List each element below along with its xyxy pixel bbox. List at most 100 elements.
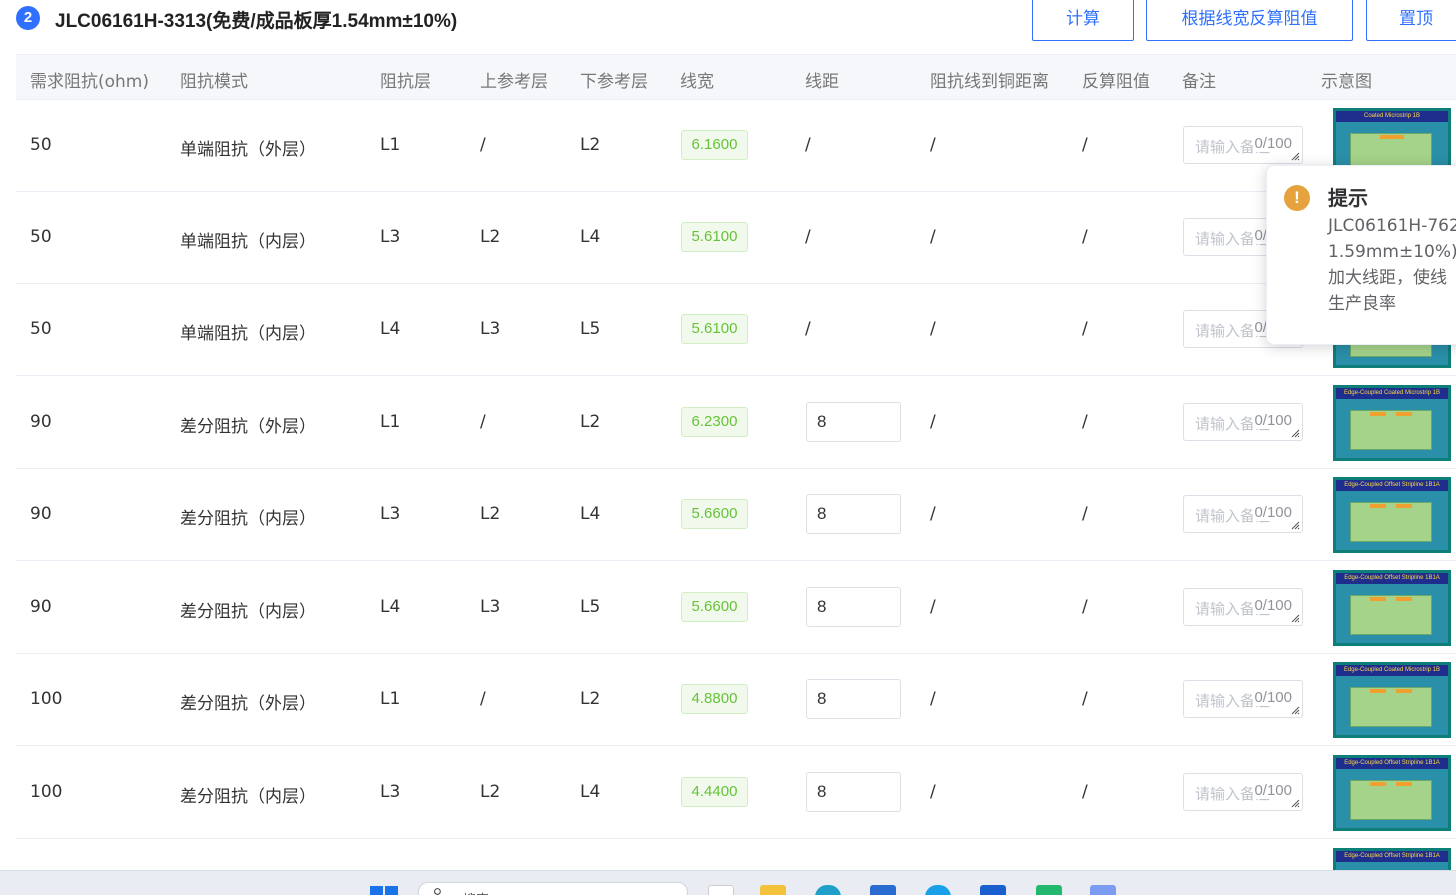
reverse-calc-button[interactable]: 根据线宽反算阻值 xyxy=(1146,0,1353,41)
copper-distance-value: / xyxy=(930,227,936,247)
windows-start-icon[interactable] xyxy=(370,886,398,895)
reverse-impedance-value: / xyxy=(1082,319,1088,339)
reverse-impedance-value: / xyxy=(1082,689,1088,709)
line-spacing-input[interactable]: 8 xyxy=(806,402,901,442)
diagram-trace xyxy=(1396,412,1412,416)
table-row: 90 差分阻抗（外层） L1 / L2 6.2300 8 / / 请输入备注 0/100 Edge-C… xyxy=(16,377,1456,469)
impedance-mode: 差分阻抗（外层） xyxy=(180,417,316,437)
line-width-tag: 6.1600 xyxy=(681,130,748,160)
reverse-impedance-value: / xyxy=(1082,504,1088,524)
store-icon[interactable] xyxy=(870,885,896,895)
line-spacing-value: / xyxy=(805,135,811,155)
edge-browser-icon[interactable] xyxy=(815,885,841,895)
line-spacing-input[interactable]: 8 xyxy=(806,494,901,534)
toast-line: 1.59mm±10%)最 xyxy=(1328,242,1456,262)
impedance-value: 100 xyxy=(30,689,63,709)
note-textarea[interactable]: 请输入备注0/100 xyxy=(1183,126,1303,164)
column-header: 下参考层 xyxy=(580,72,648,92)
note-counter: 0/100 xyxy=(1253,504,1292,521)
security-icon[interactable] xyxy=(980,885,1006,895)
note-textarea[interactable]: 请输入备注0/100 xyxy=(1183,403,1303,441)
copper-distance-value: / xyxy=(930,504,936,524)
note-counter: 0/100 xyxy=(1253,135,1292,152)
line-width-tag: 5.6100 xyxy=(681,222,748,252)
note-textarea[interactable]: 请输入备注0/100 xyxy=(1183,680,1303,718)
resize-handle-icon[interactable] xyxy=(1291,706,1300,715)
resize-handle-icon[interactable] xyxy=(1291,799,1300,808)
diagram-label: Edge-Coupled Offset Stripline 1B1A xyxy=(1336,851,1448,862)
lower-ref-layer: L2 xyxy=(580,412,601,432)
table-row: 50单端阻抗（内层）L3L2L45.6100///请输入备注0/100 xyxy=(16,192,1456,284)
line-width-tag: 4.4400 xyxy=(681,777,748,807)
lower-ref-layer: L4 xyxy=(580,782,601,802)
note-textarea[interactable]: 请输入备注0/100 xyxy=(1183,773,1303,811)
diagram-label: Edge-Coupled Coated Microstrip 1B xyxy=(1336,388,1448,399)
column-header: 需求阻抗(ohm) xyxy=(30,72,149,92)
table-row: 50单端阻抗（内层）L4L3L55.6100///请输入备注0/100 xyxy=(16,284,1456,376)
app-icon[interactable] xyxy=(1090,885,1116,895)
line-spacing-input[interactable]: 8 xyxy=(806,772,901,812)
diagram-trace xyxy=(1370,782,1386,786)
diagram-trace xyxy=(1396,597,1412,601)
impedance-value: 90 xyxy=(30,504,52,524)
table-header: 需求阻抗(ohm) 阻抗模式 阻抗层 上参考层 下参考层 线宽 线距 阻抗线到铜… xyxy=(16,54,1456,100)
diagram-substrate xyxy=(1350,595,1432,635)
task-view-icon[interactable] xyxy=(708,885,734,895)
impedance-layer: L1 xyxy=(380,689,401,709)
table-row: 90 差分阻抗（内层） L4 L3 L5 5.6600 8 / / 请输入备注 0/100 Edge-… xyxy=(16,562,1456,654)
note-textarea[interactable]: 请输入备注0/100 xyxy=(1183,588,1303,626)
toast-title: 提示 xyxy=(1328,186,1368,210)
copper-distance-value: / xyxy=(930,782,936,802)
table-row: 50 单端阻抗（外层） L1 / L2 6.1600 / / / 请输入备注 0/100 Coated… xyxy=(16,100,1456,192)
app-icon[interactable] xyxy=(1036,885,1062,895)
line-spacing-input[interactable]: 8 xyxy=(806,679,901,719)
lower-ref-layer: L5 xyxy=(580,597,601,617)
note-textarea[interactable]: 请输入备注0/100 xyxy=(1183,495,1303,533)
upper-ref-layer: L2 xyxy=(480,227,501,247)
section-title: JLC06161H-3313(免费/成品板厚1.54mm±10%) xyxy=(55,11,458,32)
browser-icon[interactable] xyxy=(925,885,951,895)
column-header: 线宽 xyxy=(680,72,714,92)
resize-handle-icon[interactable] xyxy=(1291,521,1300,530)
diagram-trace xyxy=(1380,135,1404,139)
impedance-value: 90 xyxy=(30,597,52,617)
calculate-button[interactable]: 计算 xyxy=(1032,0,1134,41)
upper-ref-layer: / xyxy=(480,412,486,432)
impedance-mode: 单端阻抗（外层） xyxy=(180,140,316,160)
upper-ref-layer: / xyxy=(480,135,486,155)
lower-ref-layer: L2 xyxy=(580,135,601,155)
diagram-image: Edge-Coupled Offset Stripline 1B1A xyxy=(1333,755,1451,831)
impedance-value: 90 xyxy=(30,412,52,432)
line-spacing-input[interactable]: 8 xyxy=(806,587,901,627)
impedance-value: 100 xyxy=(30,782,63,802)
lower-ref-layer: L5 xyxy=(580,319,601,339)
impedance-layer: L4 xyxy=(380,319,401,339)
diagram-substrate xyxy=(1350,687,1432,727)
lower-ref-layer: L2 xyxy=(580,689,601,709)
column-header: 阻抗线到铜距离 xyxy=(930,72,1049,92)
resize-handle-icon[interactable] xyxy=(1291,614,1300,623)
resize-handle-icon[interactable] xyxy=(1291,152,1300,161)
reverse-impedance-value: / xyxy=(1082,412,1088,432)
impedance-value: 50 xyxy=(30,227,52,247)
line-width-tag: 6.2300 xyxy=(681,407,748,437)
taskbar-search[interactable]: ⚲ 搜索 xyxy=(418,882,688,895)
diagram-label: Edge-Coupled Offset Stripline 1B1A xyxy=(1336,480,1448,491)
diagram-trace xyxy=(1370,412,1386,416)
file-explorer-icon[interactable] xyxy=(760,885,786,895)
column-header: 反算阻值 xyxy=(1082,72,1150,92)
diagram-label: Edge-Coupled Offset Stripline 1B1A xyxy=(1336,758,1448,769)
column-header: 示意图 xyxy=(1321,72,1372,92)
back-to-top-button[interactable]: 置顶 xyxy=(1366,0,1456,41)
table-row: 100 差分阻抗（外层） L1 / L2 4.8800 8 / / 请输入备注 0/100 Edge-… xyxy=(16,654,1456,746)
note-counter: 0/100 xyxy=(1253,782,1292,799)
column-header: 阻抗模式 xyxy=(180,72,248,92)
reverse-impedance-value: / xyxy=(1082,782,1088,802)
diagram-trace xyxy=(1370,504,1386,508)
resize-handle-icon[interactable] xyxy=(1291,429,1300,438)
taskbar: ⚲ 搜索 xyxy=(0,870,1456,895)
impedance-layer: L1 xyxy=(380,412,401,432)
toast-message: JLC06161H-762 1.59mm±10%)最 加大线距，使线 生产良率 xyxy=(1328,213,1456,317)
line-width-tag: 5.6600 xyxy=(681,592,748,622)
impedance-layer: L3 xyxy=(380,227,401,247)
